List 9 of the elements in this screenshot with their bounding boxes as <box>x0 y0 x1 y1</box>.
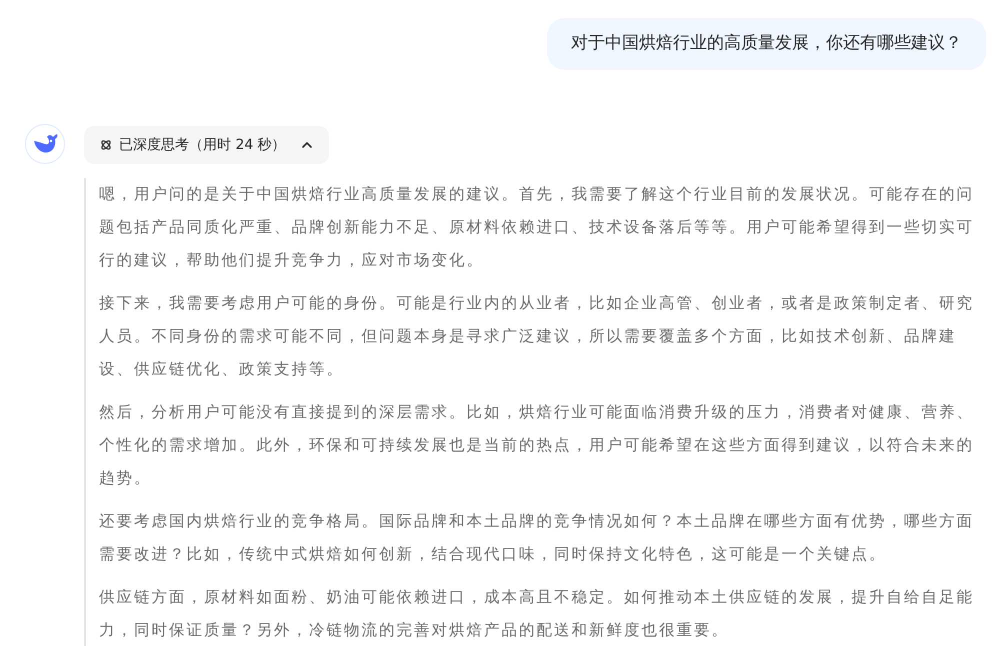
thinking-paragraph: 还要考虑国内烘焙行业的竞争格局。国际品牌和本土品牌的竞争情况如何？本土品牌在哪些方面有优势，哪些方面需要改进？比如，传统中式烘焙如何创新，结合现代口味，同时保持文化特色，这可能是一个关键点。 <box>99 511 974 565</box>
assistant-avatar-icon <box>25 124 65 164</box>
thinking-paragraph: 供应链方面，原材料如面粉、奶油可能依赖进口，成本高且不稳定。如何推动本土供应链的发展，提升自给自足能力，同时保证质量？另外，冷链物流的完善对烘焙产品的配送和新鲜度也很重要。 <box>99 587 974 641</box>
thinking-toggle[interactable]: 已深度思考（用时 24 秒） <box>84 126 329 164</box>
atom-icon <box>100 139 112 151</box>
thinking-paragraph: 然后，分析用户可能没有直接提到的深层需求。比如，烘焙行业可能面临消费升级的压力，消费者对健康、营养、个性化的需求增加。此外，环保和可持续发展也是当前的热点，用户可能希望在这些方面得到建议，以符合未来的趋势。 <box>99 402 974 489</box>
thinking-paragraph: 嗯，用户问的是关于中国烘焙行业高质量发展的建议。首先，我需要了解这个行业目前的发展状况。可能存在的问题包括产品同质化严重、品牌创新能力不足、原材料依赖进口、技术设备落后等等。用户可能希望得到一些切实可行的建议，帮助他们提升竞争力，应对市场变化。 <box>99 184 974 271</box>
user-message: 对于中国烘焙行业的高质量发展，你还有哪些建议？ <box>547 18 986 70</box>
thinking-paragraph: 接下来，我需要考虑用户可能的身份。可能是行业内的从业者，比如企业高管、创业者，或者是政策制定者、研究人员。不同身份的需求可能不同，但问题本身是寻求广泛建议，所以需要覆盖多个方面，比如技术创新、品牌建设、供应链优化、政策支持等。 <box>99 293 974 380</box>
